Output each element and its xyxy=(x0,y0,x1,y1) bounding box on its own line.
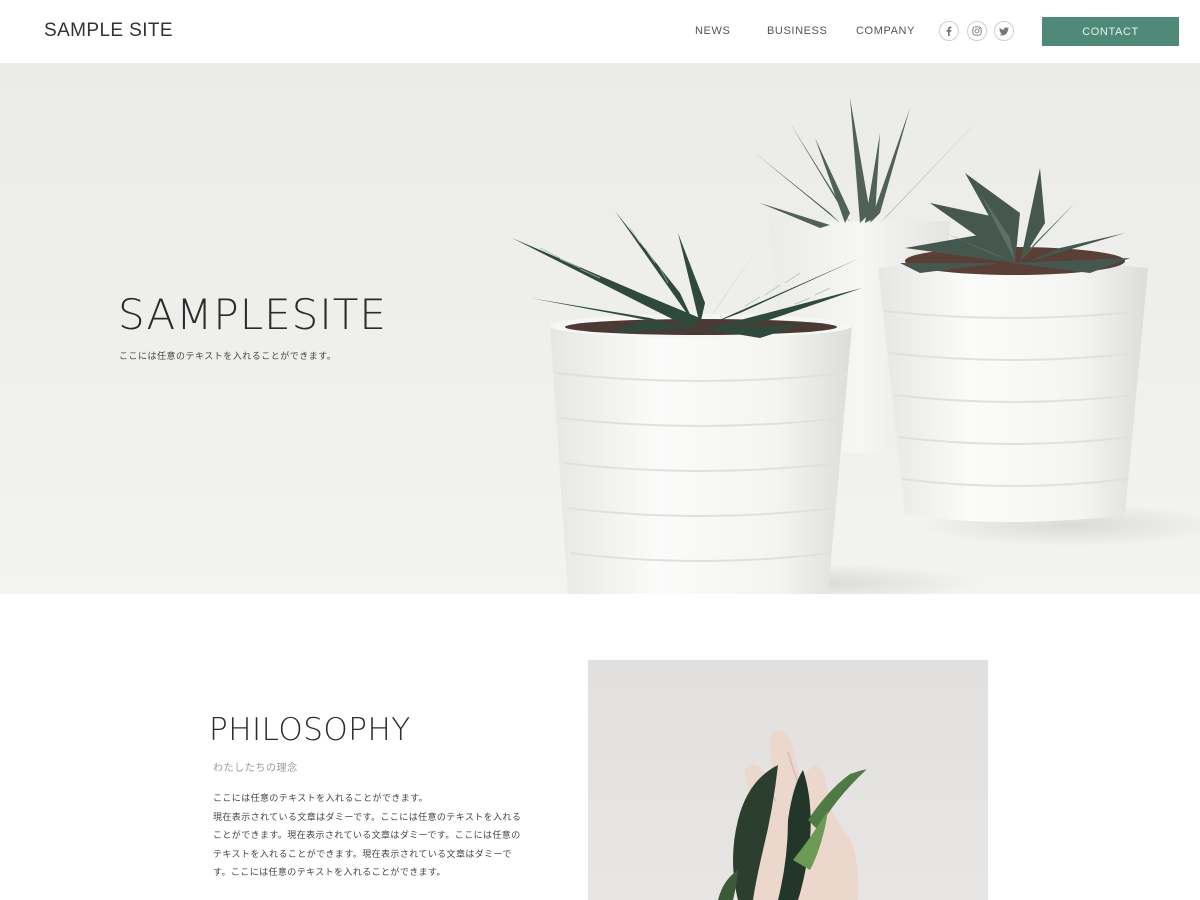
contact-button[interactable]: CONTACT xyxy=(1042,17,1179,46)
facebook-icon[interactable] xyxy=(939,21,959,41)
hero-title: SAMPLESITE xyxy=(118,290,387,339)
site-header: SAMPLE SITE NEWS BUSINESS COMPANY CONTAC… xyxy=(0,0,1200,63)
nav-link-news[interactable]: NEWS xyxy=(695,25,730,37)
instagram-icon[interactable] xyxy=(967,21,987,41)
nav-link-business[interactable]: BUSINESS xyxy=(767,25,827,37)
philosophy-hand-leaf-image xyxy=(588,660,988,900)
twitter-icon[interactable] xyxy=(994,21,1014,41)
site-logo[interactable]: SAMPLE SITE xyxy=(44,20,173,42)
philosophy-title: PHILOSOPHY xyxy=(209,712,411,748)
hero-subtitle: ここには任意のテキストを入れることができます。 xyxy=(119,352,337,362)
philosophy-body: ここには任意のテキストを入れることができます。 現在表示されている文章はダミーで… xyxy=(213,794,522,878)
philosophy-subtitle: わたしたちの理念 xyxy=(213,763,298,774)
hero-section: SAMPLESITE ここには任意のテキストを入れることができます。 xyxy=(0,63,1200,594)
nav-link-company[interactable]: COMPANY xyxy=(856,25,915,37)
